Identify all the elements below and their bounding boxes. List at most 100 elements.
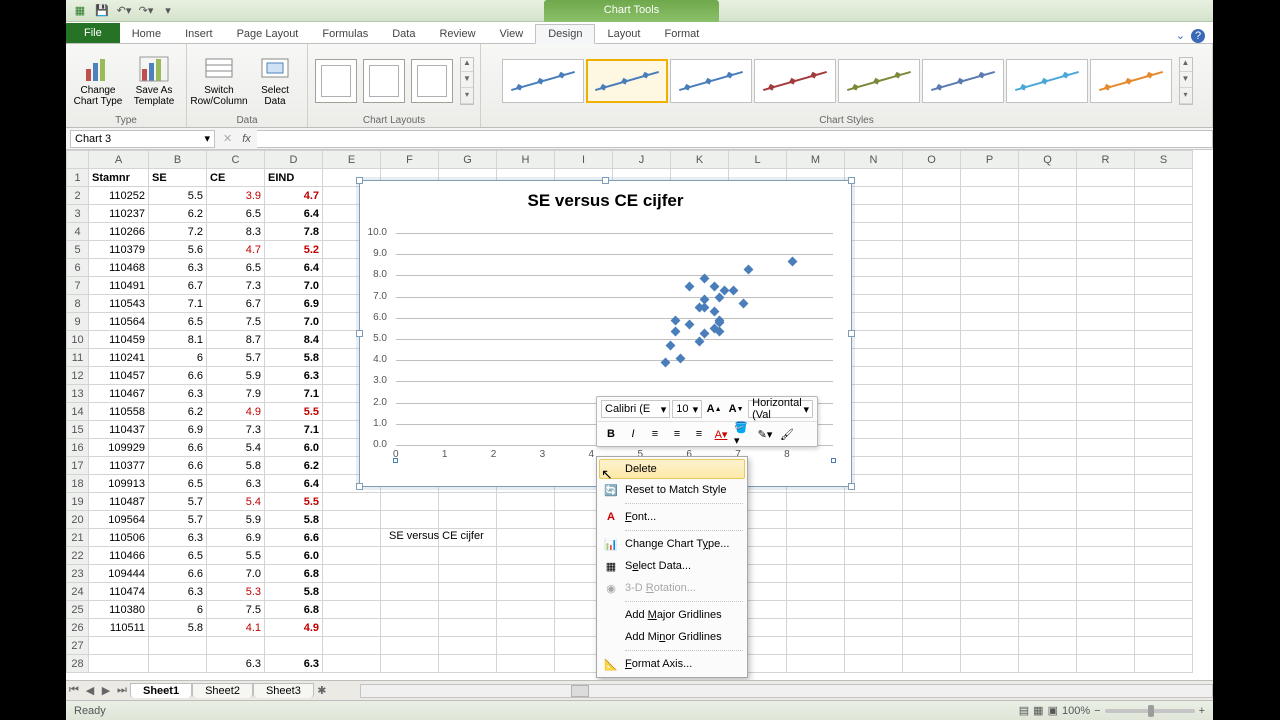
cell[interactable]: 6.7 (207, 295, 265, 313)
cell[interactable] (903, 403, 961, 421)
chart-title[interactable]: SE versus CE cijfer (360, 181, 851, 215)
cell[interactable] (497, 511, 555, 529)
zoom-level[interactable]: 100% (1062, 705, 1090, 717)
cell[interactable] (1019, 601, 1077, 619)
cell[interactable] (903, 187, 961, 205)
cell[interactable] (961, 277, 1019, 295)
cell[interactable] (1077, 547, 1135, 565)
cell[interactable] (207, 637, 265, 655)
row-header-27[interactable]: 27 (67, 637, 89, 655)
cell[interactable] (961, 223, 1019, 241)
ctx-reset-style[interactable]: 🔄Reset to Match Style (599, 479, 745, 501)
cell[interactable] (1019, 565, 1077, 583)
cell[interactable]: 5.2 (265, 241, 323, 259)
cell[interactable] (323, 619, 381, 637)
cell[interactable]: 109564 (89, 511, 149, 529)
chart-style-6[interactable] (922, 59, 1004, 103)
sheet-tab-3[interactable]: Sheet3 (253, 683, 314, 698)
cell[interactable] (787, 619, 845, 637)
cell[interactable] (381, 583, 439, 601)
cell[interactable] (903, 511, 961, 529)
cell[interactable] (381, 511, 439, 529)
cell[interactable] (497, 547, 555, 565)
cell[interactable] (1077, 475, 1135, 493)
cell[interactable] (1077, 223, 1135, 241)
bold-button[interactable]: B (601, 424, 621, 444)
cell[interactable] (1077, 241, 1135, 259)
cell[interactable] (439, 493, 497, 511)
cell[interactable] (845, 655, 903, 673)
cell[interactable] (903, 583, 961, 601)
cell[interactable] (845, 403, 903, 421)
cell[interactable] (1135, 475, 1193, 493)
cell[interactable]: 6.2 (149, 205, 207, 223)
sheet-tab-2[interactable]: Sheet2 (192, 683, 253, 698)
col-header-O[interactable]: O (903, 151, 961, 169)
cell[interactable] (903, 223, 961, 241)
ctx-format-axis[interactable]: 📐Format Axis... (599, 653, 745, 675)
cell[interactable] (903, 637, 961, 655)
cell[interactable] (1135, 583, 1193, 601)
align-right-icon[interactable]: ≡ (689, 424, 709, 444)
cell[interactable] (903, 349, 961, 367)
cell[interactable] (1019, 223, 1077, 241)
cell[interactable] (845, 277, 903, 295)
cell[interactable]: 7.1 (265, 385, 323, 403)
ctx-change-chart-type[interactable]: 📊Change Chart Type... (599, 533, 745, 555)
cell[interactable] (845, 457, 903, 475)
cell[interactable] (787, 601, 845, 619)
cell[interactable] (961, 205, 1019, 223)
tab-format[interactable]: Format (652, 25, 711, 43)
cell[interactable]: 6.5 (149, 313, 207, 331)
cell[interactable]: 110377 (89, 457, 149, 475)
cell[interactable]: 6.3 (149, 583, 207, 601)
data-point[interactable] (744, 265, 754, 275)
font-color-icon[interactable]: A▾ (711, 424, 731, 444)
cell[interactable]: 5.7 (207, 349, 265, 367)
cell[interactable] (1135, 169, 1193, 187)
cell[interactable] (961, 385, 1019, 403)
cell[interactable] (323, 529, 381, 547)
cell[interactable]: 6.6 (149, 439, 207, 457)
cell[interactable]: 5.3 (207, 583, 265, 601)
col-header-I[interactable]: I (555, 151, 613, 169)
chart-layout-1[interactable] (315, 59, 357, 103)
cell[interactable] (961, 331, 1019, 349)
worksheet-grid[interactable]: ABCDEFGHIJKLMNOPQRS1StamnrSECEEIND211025… (66, 150, 1213, 680)
cell[interactable] (845, 619, 903, 637)
cell[interactable] (961, 403, 1019, 421)
cell[interactable] (961, 655, 1019, 673)
cell[interactable] (961, 313, 1019, 331)
data-point[interactable] (665, 341, 675, 351)
cell[interactable] (961, 349, 1019, 367)
cell[interactable] (961, 295, 1019, 313)
cell[interactable] (845, 259, 903, 277)
cell[interactable]: 6.4 (265, 259, 323, 277)
col-header-M[interactable]: M (787, 151, 845, 169)
cell[interactable]: 6.3 (149, 259, 207, 277)
row-header-14[interactable]: 14 (67, 403, 89, 421)
cell[interactable] (381, 493, 439, 511)
zoom-out-icon[interactable]: − (1094, 705, 1100, 717)
row-header-20[interactable]: 20 (67, 511, 89, 529)
cell[interactable] (961, 439, 1019, 457)
cell[interactable]: 110252 (89, 187, 149, 205)
col-header-N[interactable]: N (845, 151, 903, 169)
cell[interactable] (845, 511, 903, 529)
cell[interactable] (903, 169, 961, 187)
cell[interactable] (845, 637, 903, 655)
cell[interactable]: 6.3 (149, 529, 207, 547)
cell[interactable] (381, 655, 439, 673)
cell[interactable]: 3.9 (207, 187, 265, 205)
cell[interactable] (961, 493, 1019, 511)
tab-page-layout[interactable]: Page Layout (225, 25, 311, 43)
cell[interactable] (1135, 403, 1193, 421)
cell[interactable] (1077, 169, 1135, 187)
cell[interactable] (961, 187, 1019, 205)
row-header-16[interactable]: 16 (67, 439, 89, 457)
cell[interactable]: 4.7 (207, 241, 265, 259)
cell[interactable]: 4.9 (207, 403, 265, 421)
cell[interactable] (903, 493, 961, 511)
mini-size-select[interactable]: 10▾ (672, 400, 702, 418)
cell[interactable]: 6.6 (149, 367, 207, 385)
